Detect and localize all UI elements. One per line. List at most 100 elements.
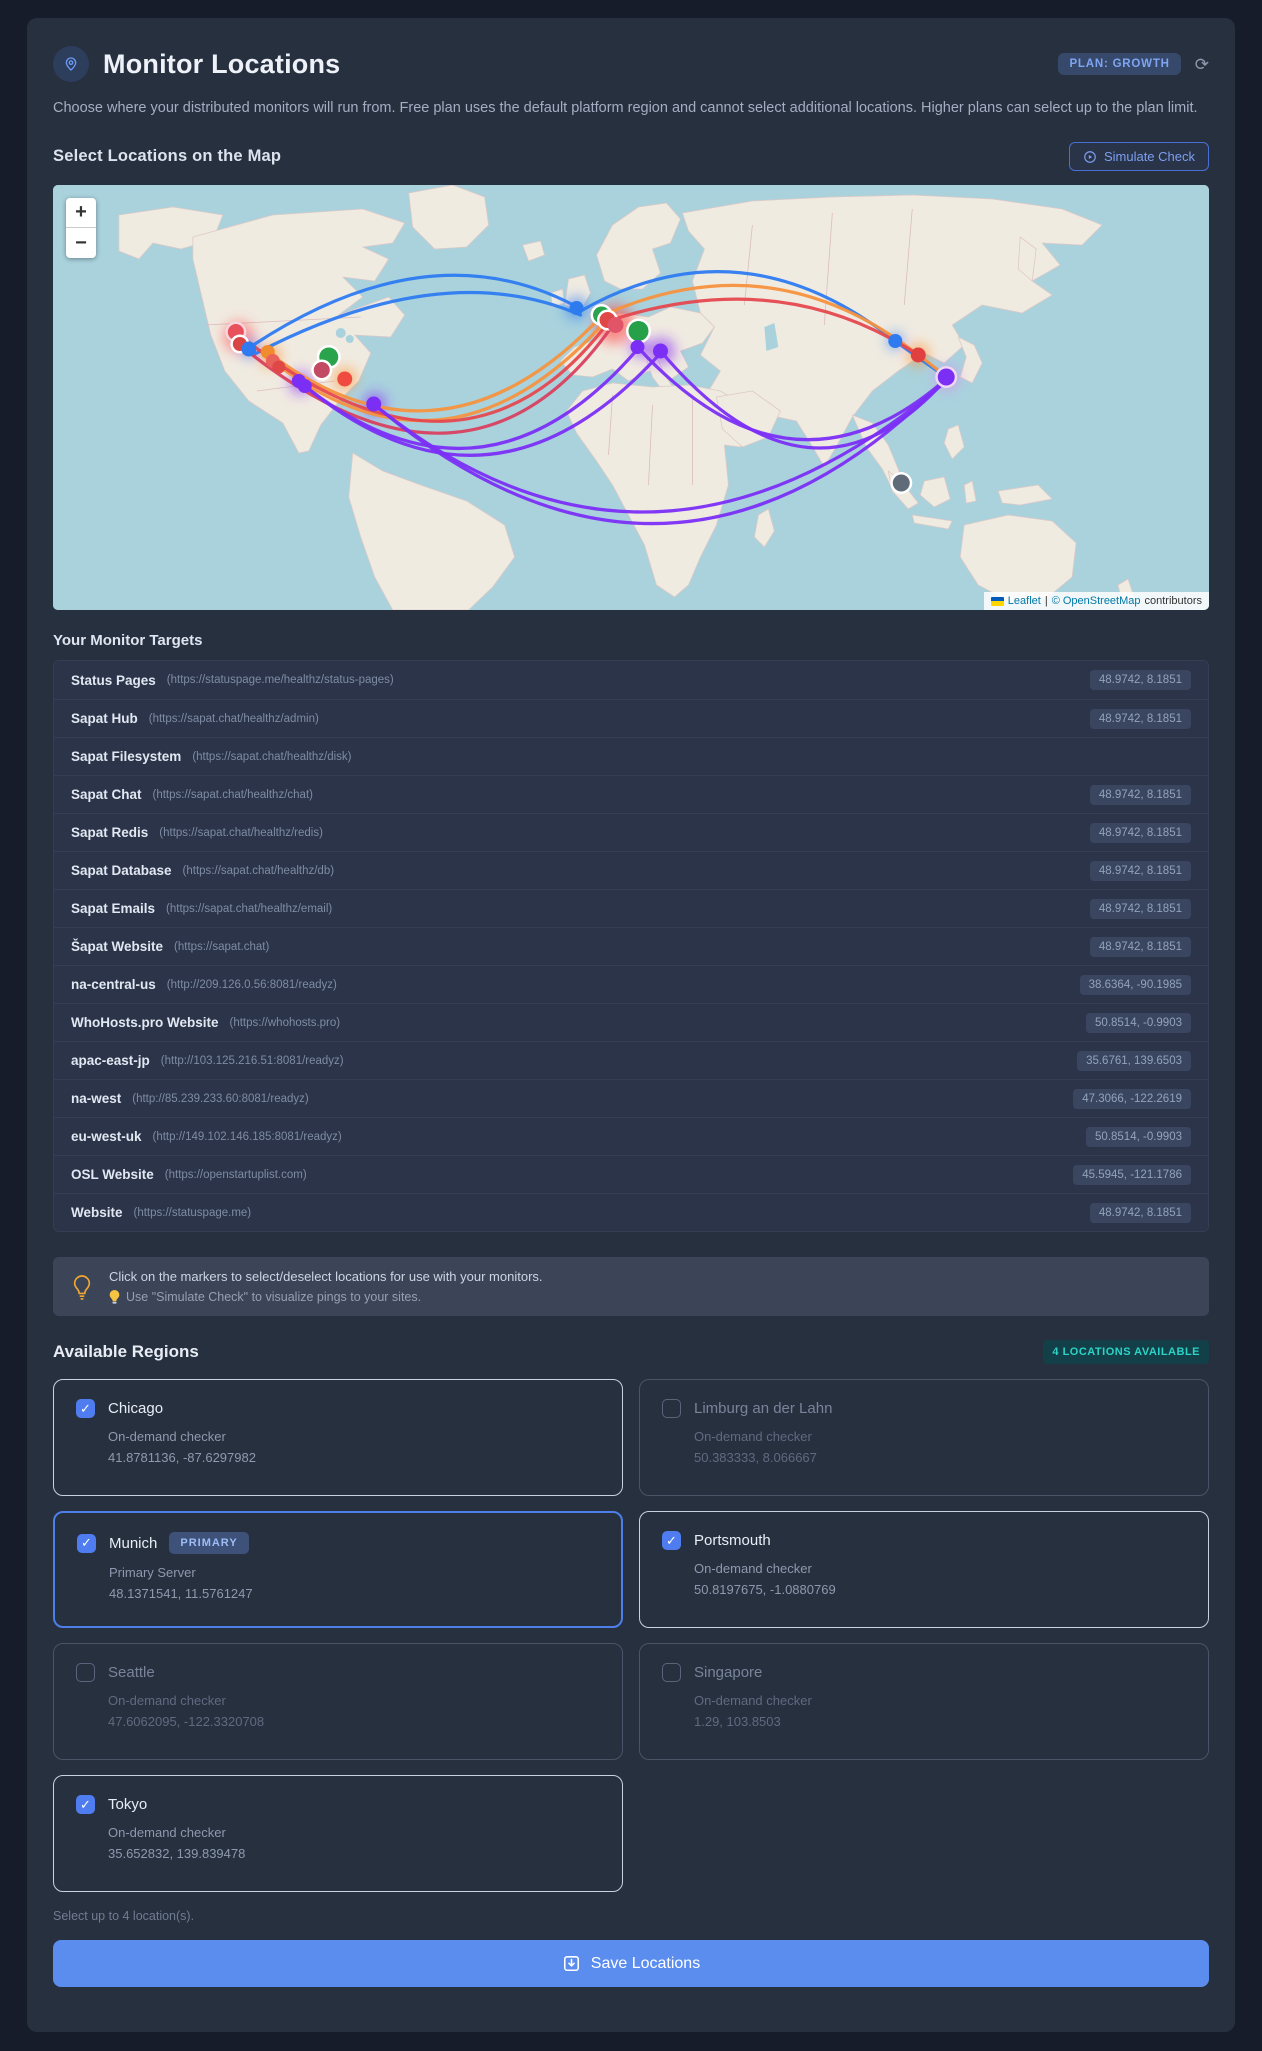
region-name: Chicago <box>108 1400 164 1418</box>
osm-link[interactable]: © OpenStreetMap <box>1052 595 1141 607</box>
target-url: (https://sapat.chat) <box>174 940 270 953</box>
monitor-locations-panel: Monitor Locations PLAN: GROWTH ⟳ Choose … <box>27 18 1235 2032</box>
region-card[interactable]: Seattle PRIMARY On-demand checker 47.606… <box>53 1643 623 1761</box>
marker-singapore-gray[interactable] <box>892 474 910 492</box>
marker-munich-green[interactable] <box>628 321 649 342</box>
zoom-in-button[interactable]: + <box>66 198 96 229</box>
marker-seattle-blue[interactable] <box>241 341 257 357</box>
target-url: (https://whohosts.pro) <box>229 1016 341 1029</box>
target-url: (http://209.126.0.56:8081/readyz) <box>166 978 337 991</box>
marker-tokyo-purple[interactable] <box>937 368 955 386</box>
page-title: Monitor Locations <box>103 48 341 79</box>
world-map[interactable]: + − Leaflet | © OpenStreetMap contributo… <box>53 185 1209 611</box>
target-url: (https://openstartuplist.com) <box>164 1168 307 1181</box>
marker-asia-blue[interactable] <box>888 334 903 349</box>
marker-uk-blue[interactable] <box>569 301 584 316</box>
target-row: Sapat Chat (https://sapat.chat/healthz/c… <box>54 775 1208 814</box>
lightbulb-icon <box>73 1274 91 1300</box>
region-checkbox[interactable]: ✓ <box>77 1533 96 1553</box>
target-name: WhoHosts.pro Website <box>71 1015 219 1031</box>
selection-limit-note: Select up to 4 location(s). <box>53 1909 195 1924</box>
target-coords-badge: 45.5945, -121.1786 <box>1073 1164 1191 1185</box>
region-checkbox[interactable] <box>662 1663 681 1683</box>
marker-eu-purple-b[interactable] <box>652 343 668 359</box>
region-card[interactable]: ✓ Munich PRIMARY Primary Server 48.13715… <box>53 1511 623 1629</box>
marker-red-b[interactable] <box>272 360 286 374</box>
region-checkbox[interactable] <box>662 1399 681 1419</box>
refresh-icon[interactable]: ⟳ <box>1195 56 1209 73</box>
target-name: Sapat Hub <box>71 711 138 727</box>
target-url: (http://149.102.146.185:8081/readyz) <box>152 1130 342 1143</box>
region-card[interactable]: ✓ Portsmouth PRIMARY On-demand checker 5… <box>639 1511 1209 1629</box>
target-row: WhoHosts.pro Website (https://whohosts.p… <box>54 1003 1208 1042</box>
map-section-title: Select Locations on the Map <box>53 147 282 166</box>
target-coords-badge: 48.9742, 8.1851 <box>1089 898 1191 919</box>
target-name: Sapat Database <box>71 863 172 879</box>
region-coords: 50.383333, 8.066667 <box>694 1450 817 1466</box>
marker-na-central[interactable] <box>313 362 330 379</box>
regions-section-title: Available Regions <box>53 1342 199 1362</box>
tip-line-1: Click on the markers to select/deselect … <box>109 1269 543 1285</box>
target-row: Sapat Database (https://sapat.chat/healt… <box>54 851 1208 890</box>
targets-section-title: Your Monitor Targets <box>53 632 203 650</box>
target-url: (https://statuspage.me) <box>133 1206 252 1219</box>
leaflet-link[interactable]: Leaflet <box>1008 595 1041 607</box>
region-checkbox[interactable]: ✓ <box>76 1399 95 1419</box>
save-locations-button[interactable]: Save Locations <box>53 1940 1209 1988</box>
marker-eu-purple-a[interactable] <box>630 340 645 355</box>
target-url: (https://sapat.chat/healthz/admin) <box>148 712 319 725</box>
marker-purple-gulf[interactable] <box>366 396 382 412</box>
target-url: (http://85.239.233.60:8081/readyz) <box>132 1092 309 1105</box>
region-card[interactable]: ✓ Chicago PRIMARY On-demand checker 41.8… <box>53 1379 623 1497</box>
region-card[interactable]: ✓ Tokyo PRIMARY On-demand checker 35.652… <box>53 1775 623 1893</box>
target-coords-badge: 48.9742, 8.1851 <box>1089 1202 1191 1223</box>
zoom-out-button[interactable]: − <box>66 228 96 258</box>
monitor-targets-list: Status Pages (https://statuspage.me/heal… <box>53 660 1209 1233</box>
target-coords-badge: 48.9742, 8.1851 <box>1089 784 1191 805</box>
region-description: On-demand checker <box>694 1561 812 1577</box>
target-coords-badge: 48.9742, 8.1851 <box>1089 822 1191 843</box>
target-name: OSL Website <box>71 1167 154 1183</box>
region-description: Primary Server <box>109 1565 196 1581</box>
region-name: Limburg an der Lahn <box>694 1400 833 1418</box>
map-zoom-control: + − <box>66 198 96 259</box>
region-coords: 1.29, 103.8503 <box>694 1714 781 1730</box>
marker-korea-red[interactable] <box>910 347 926 363</box>
target-url: (https://sapat.chat/healthz/disk) <box>192 750 352 763</box>
target-name: Sapat Emails <box>71 901 156 917</box>
target-url: (https://sapat.chat/healthz/email) <box>166 902 333 915</box>
region-card[interactable]: Limburg an der Lahn PRIMARY On-demand ch… <box>639 1379 1209 1497</box>
region-checkbox[interactable]: ✓ <box>662 1531 681 1551</box>
plan-badge: PLAN: GROWTH <box>1058 53 1181 75</box>
target-coords-badge: 48.9742, 8.1851 <box>1089 936 1191 957</box>
target-coords-badge: 38.6364, -90.1985 <box>1079 974 1191 995</box>
marker-eu-red-b[interactable] <box>607 317 624 334</box>
target-name: na-west <box>71 1091 122 1107</box>
simulate-check-button[interactable]: Simulate Check <box>1068 142 1209 172</box>
region-description: On-demand checker <box>108 1429 226 1445</box>
region-name: Tokyo <box>108 1796 148 1814</box>
target-coords-badge: 50.8514, -0.9903 <box>1086 1126 1191 1147</box>
target-coords-badge: 35.6761, 139.6503 <box>1077 1050 1191 1071</box>
target-coords-badge: 48.9742, 8.1851 <box>1089 860 1191 881</box>
target-name: Sapat Chat <box>71 787 142 803</box>
page-description: Choose where your distributed monitors w… <box>53 100 1198 116</box>
target-url: (http://103.125.216.51:8081/readyz) <box>160 1054 344 1067</box>
locations-available-badge: 4 LOCATIONS AVAILABLE <box>1043 1340 1209 1365</box>
target-url: (https://sapat.chat/healthz/redis) <box>159 826 323 839</box>
marker-orange-b[interactable] <box>337 371 353 387</box>
target-row: Sapat Redis (https://sapat.chat/healthz/… <box>54 813 1208 852</box>
region-checkbox[interactable]: ✓ <box>76 1795 95 1815</box>
region-checkbox[interactable] <box>76 1663 95 1683</box>
header: Monitor Locations PLAN: GROWTH ⟳ <box>53 46 1209 82</box>
target-name: Status Pages <box>71 672 156 688</box>
target-name: na-central-us <box>71 977 156 993</box>
save-icon <box>563 1956 579 1972</box>
region-description: On-demand checker <box>694 1429 812 1445</box>
target-url: (https://statuspage.me/healthz/status-pa… <box>166 674 394 687</box>
target-row: Sapat Hub (https://sapat.chat/healthz/ad… <box>54 699 1208 738</box>
marker-purple-tx-b[interactable] <box>297 379 312 394</box>
target-row: apac-east-jp (http://103.125.216.51:8081… <box>54 1041 1208 1080</box>
region-card[interactable]: Singapore PRIMARY On-demand checker 1.29… <box>639 1643 1209 1761</box>
region-description: On-demand checker <box>108 1693 226 1709</box>
